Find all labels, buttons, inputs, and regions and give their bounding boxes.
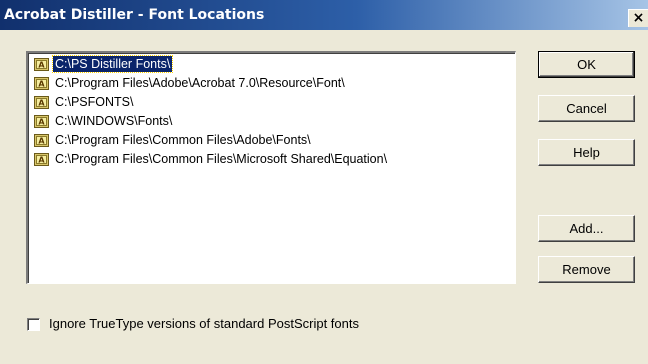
font-locations-list[interactable]: A C:\PS Distiller Fonts\ A C:\Program Fi… (26, 51, 516, 284)
list-item[interactable]: A C:\Program Files\Common Files\Microsof… (34, 150, 389, 168)
list-item-label: C:\Program Files\Common Files\Microsoft … (55, 152, 388, 166)
close-button[interactable]: × (628, 9, 648, 27)
help-button[interactable]: Help (538, 139, 635, 166)
title-bar[interactable]: Acrobat Distiller - Font Locations × (0, 0, 648, 30)
svg-text:A: A (38, 118, 45, 127)
ok-button[interactable]: OK (538, 51, 635, 78)
svg-text:A: A (38, 61, 45, 70)
list-item[interactable]: A C:\Program Files\Adobe\Acrobat 7.0\Res… (34, 74, 347, 92)
font-folder-icon: A (34, 153, 49, 166)
ignore-truetype-checkbox[interactable] (27, 318, 40, 331)
list-item[interactable]: A C:\WINDOWS\Fonts\ (34, 112, 174, 130)
remove-button[interactable]: Remove (538, 256, 635, 283)
svg-text:A: A (38, 137, 45, 146)
list-item-label: C:\PSFONTS\ (55, 95, 134, 109)
font-folder-icon: A (34, 77, 49, 90)
list-item-label: C:\Program Files\Adobe\Acrobat 7.0\Resou… (55, 76, 345, 90)
list-item[interactable]: A C:\Program Files\Common Files\Adobe\Fo… (34, 131, 313, 149)
font-folder-icon: A (34, 96, 49, 109)
add-button[interactable]: Add... (538, 215, 635, 242)
svg-text:A: A (38, 80, 45, 89)
svg-text:A: A (38, 156, 45, 165)
list-item[interactable]: A C:\PS Distiller Fonts\ (34, 55, 174, 73)
list-item-label: C:\PS Distiller Fonts\ (51, 55, 174, 73)
ignore-truetype-label[interactable]: Ignore TrueType versions of standard Pos… (49, 316, 359, 331)
list-item-label: C:\Program Files\Common Files\Adobe\Font… (55, 133, 311, 147)
list-item[interactable]: A C:\PSFONTS\ (34, 93, 135, 111)
cancel-button[interactable]: Cancel (538, 95, 635, 122)
font-folder-icon: A (34, 58, 49, 71)
window-title: Acrobat Distiller - Font Locations (4, 7, 265, 23)
list-item-label: C:\WINDOWS\Fonts\ (55, 114, 173, 128)
svg-text:A: A (38, 99, 45, 108)
font-folder-icon: A (34, 134, 49, 147)
font-folder-icon: A (34, 115, 49, 128)
